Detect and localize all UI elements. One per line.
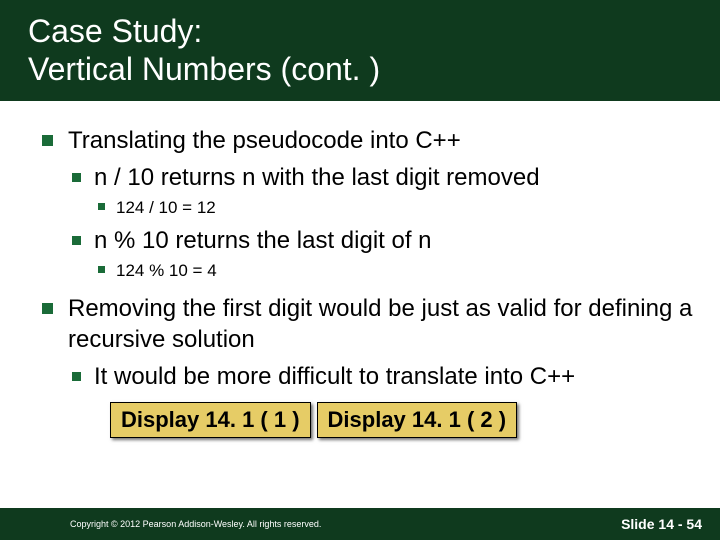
example-list: 124 % 10 = 4 [94, 260, 700, 282]
sub-list: It would be more difficult to translate … [68, 361, 700, 392]
bullet-list: Translating the pseudocode into C++ n / … [40, 125, 700, 392]
bullet-text: Translating the pseudocode into C++ [68, 127, 461, 154]
example-item: 124 % 10 = 4 [94, 260, 700, 282]
sub-bullet-text: n % 10 returns the last digit of n [94, 227, 432, 254]
example-text: 124 % 10 = 4 [116, 261, 217, 280]
example-list: 124 / 10 = 12 [94, 197, 700, 219]
slide-title: Case Study: Vertical Numbers (cont. ) [28, 12, 720, 89]
display-button-1[interactable]: Display 14. 1 ( 1 ) [110, 402, 311, 438]
title-line-1: Case Study: [28, 13, 202, 49]
sub-list: n / 10 returns n with the last digit rem… [68, 162, 700, 283]
footer-bar: Copyright © 2012 Pearson Addison-Wesley.… [0, 508, 720, 540]
sub-bullet-text: It would be more difficult to translate … [94, 363, 575, 390]
sub-bullet-text: n / 10 returns n with the last digit rem… [94, 164, 540, 191]
bullet-text: Removing the first digit would be just a… [68, 295, 692, 353]
bullet-item-1: Translating the pseudocode into C++ n / … [40, 125, 700, 283]
title-band: Case Study: Vertical Numbers (cont. ) [0, 0, 720, 103]
copyright-text: Copyright © 2012 Pearson Addison-Wesley.… [70, 519, 321, 529]
bullet-item-2: Removing the first digit would be just a… [40, 293, 700, 393]
slide: Case Study: Vertical Numbers (cont. ) Tr… [0, 0, 720, 540]
display-button-row: Display 14. 1 ( 1 ) Display 14. 1 ( 2 ) [110, 402, 700, 438]
sub-bullet-2: n % 10 returns the last digit of n 124 %… [68, 225, 700, 282]
sub-bullet-1: n / 10 returns n with the last digit rem… [68, 162, 700, 219]
content-area: Translating the pseudocode into C++ n / … [0, 103, 720, 438]
example-text: 124 / 10 = 12 [116, 198, 216, 217]
slide-number: Slide 14 - 54 [621, 516, 702, 532]
title-line-2: Vertical Numbers (cont. ) [28, 51, 380, 87]
sub-bullet-1: It would be more difficult to translate … [68, 361, 700, 392]
example-item: 124 / 10 = 12 [94, 197, 700, 219]
display-button-2[interactable]: Display 14. 1 ( 2 ) [317, 402, 518, 438]
